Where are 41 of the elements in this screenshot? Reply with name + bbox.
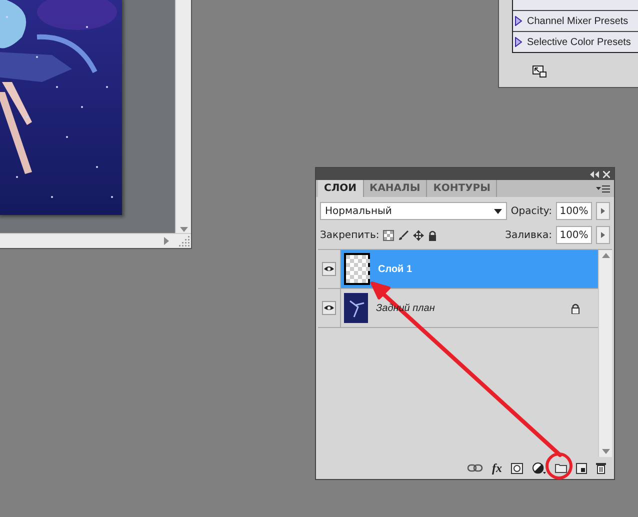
fill-slider-button[interactable] xyxy=(596,226,610,244)
brush-icon[interactable] xyxy=(398,230,410,240)
fill-field[interactable]: 100% xyxy=(556,226,592,244)
dropdown-arrow-icon xyxy=(494,208,502,214)
preset-item[interactable]: Channel Mixer Presets xyxy=(513,10,638,31)
lock-icon[interactable] xyxy=(428,230,438,240)
blend-mode-dropdown[interactable]: Нормальный xyxy=(320,202,507,220)
scroll-up-icon[interactable] xyxy=(602,253,610,258)
panel-tab[interactable]: СЛОИ xyxy=(318,180,364,197)
triangle-icon xyxy=(515,37,522,47)
scroll-right-icon[interactable] xyxy=(164,237,170,245)
transparent-thumbnail xyxy=(344,253,370,285)
move-icon[interactable] xyxy=(413,230,424,240)
lock-label: Закрепить: xyxy=(320,230,380,240)
scroll-down-icon[interactable] xyxy=(602,449,610,454)
close-icon[interactable] xyxy=(603,170,610,178)
preset-item[interactable]: Selective Color Presets xyxy=(513,31,638,52)
trash-icon[interactable] xyxy=(596,462,606,474)
opacity-field[interactable]: 100% xyxy=(556,202,592,220)
lock-transparency-icon[interactable] xyxy=(383,230,394,240)
new-layer-icon[interactable] xyxy=(576,462,587,474)
resize-icon[interactable] xyxy=(532,65,548,79)
fill-label: Заливка: xyxy=(505,230,552,240)
layer-style-button[interactable]: fx xyxy=(492,460,502,476)
opacity-slider-button[interactable] xyxy=(596,202,610,220)
mask-icon[interactable] xyxy=(511,462,523,474)
eye-icon[interactable] xyxy=(322,301,336,315)
layer-thumbnail xyxy=(344,293,368,323)
folder-icon[interactable] xyxy=(555,463,567,473)
opacity-label: Opacity: xyxy=(510,206,552,216)
layer-name: Слой 1 xyxy=(378,264,414,274)
link-icon[interactable] xyxy=(467,464,483,472)
adjustment-icon[interactable] xyxy=(532,462,546,474)
eye-icon[interactable] xyxy=(322,262,336,276)
circle-annotation xyxy=(546,452,572,480)
resize-grip-icon[interactable] xyxy=(176,234,191,248)
triangle-icon xyxy=(515,16,522,26)
collapse-icon[interactable] xyxy=(590,170,599,178)
arrow-right-icon xyxy=(601,232,605,238)
arrow-right-icon xyxy=(601,208,605,214)
menu-icon[interactable] xyxy=(596,184,610,192)
